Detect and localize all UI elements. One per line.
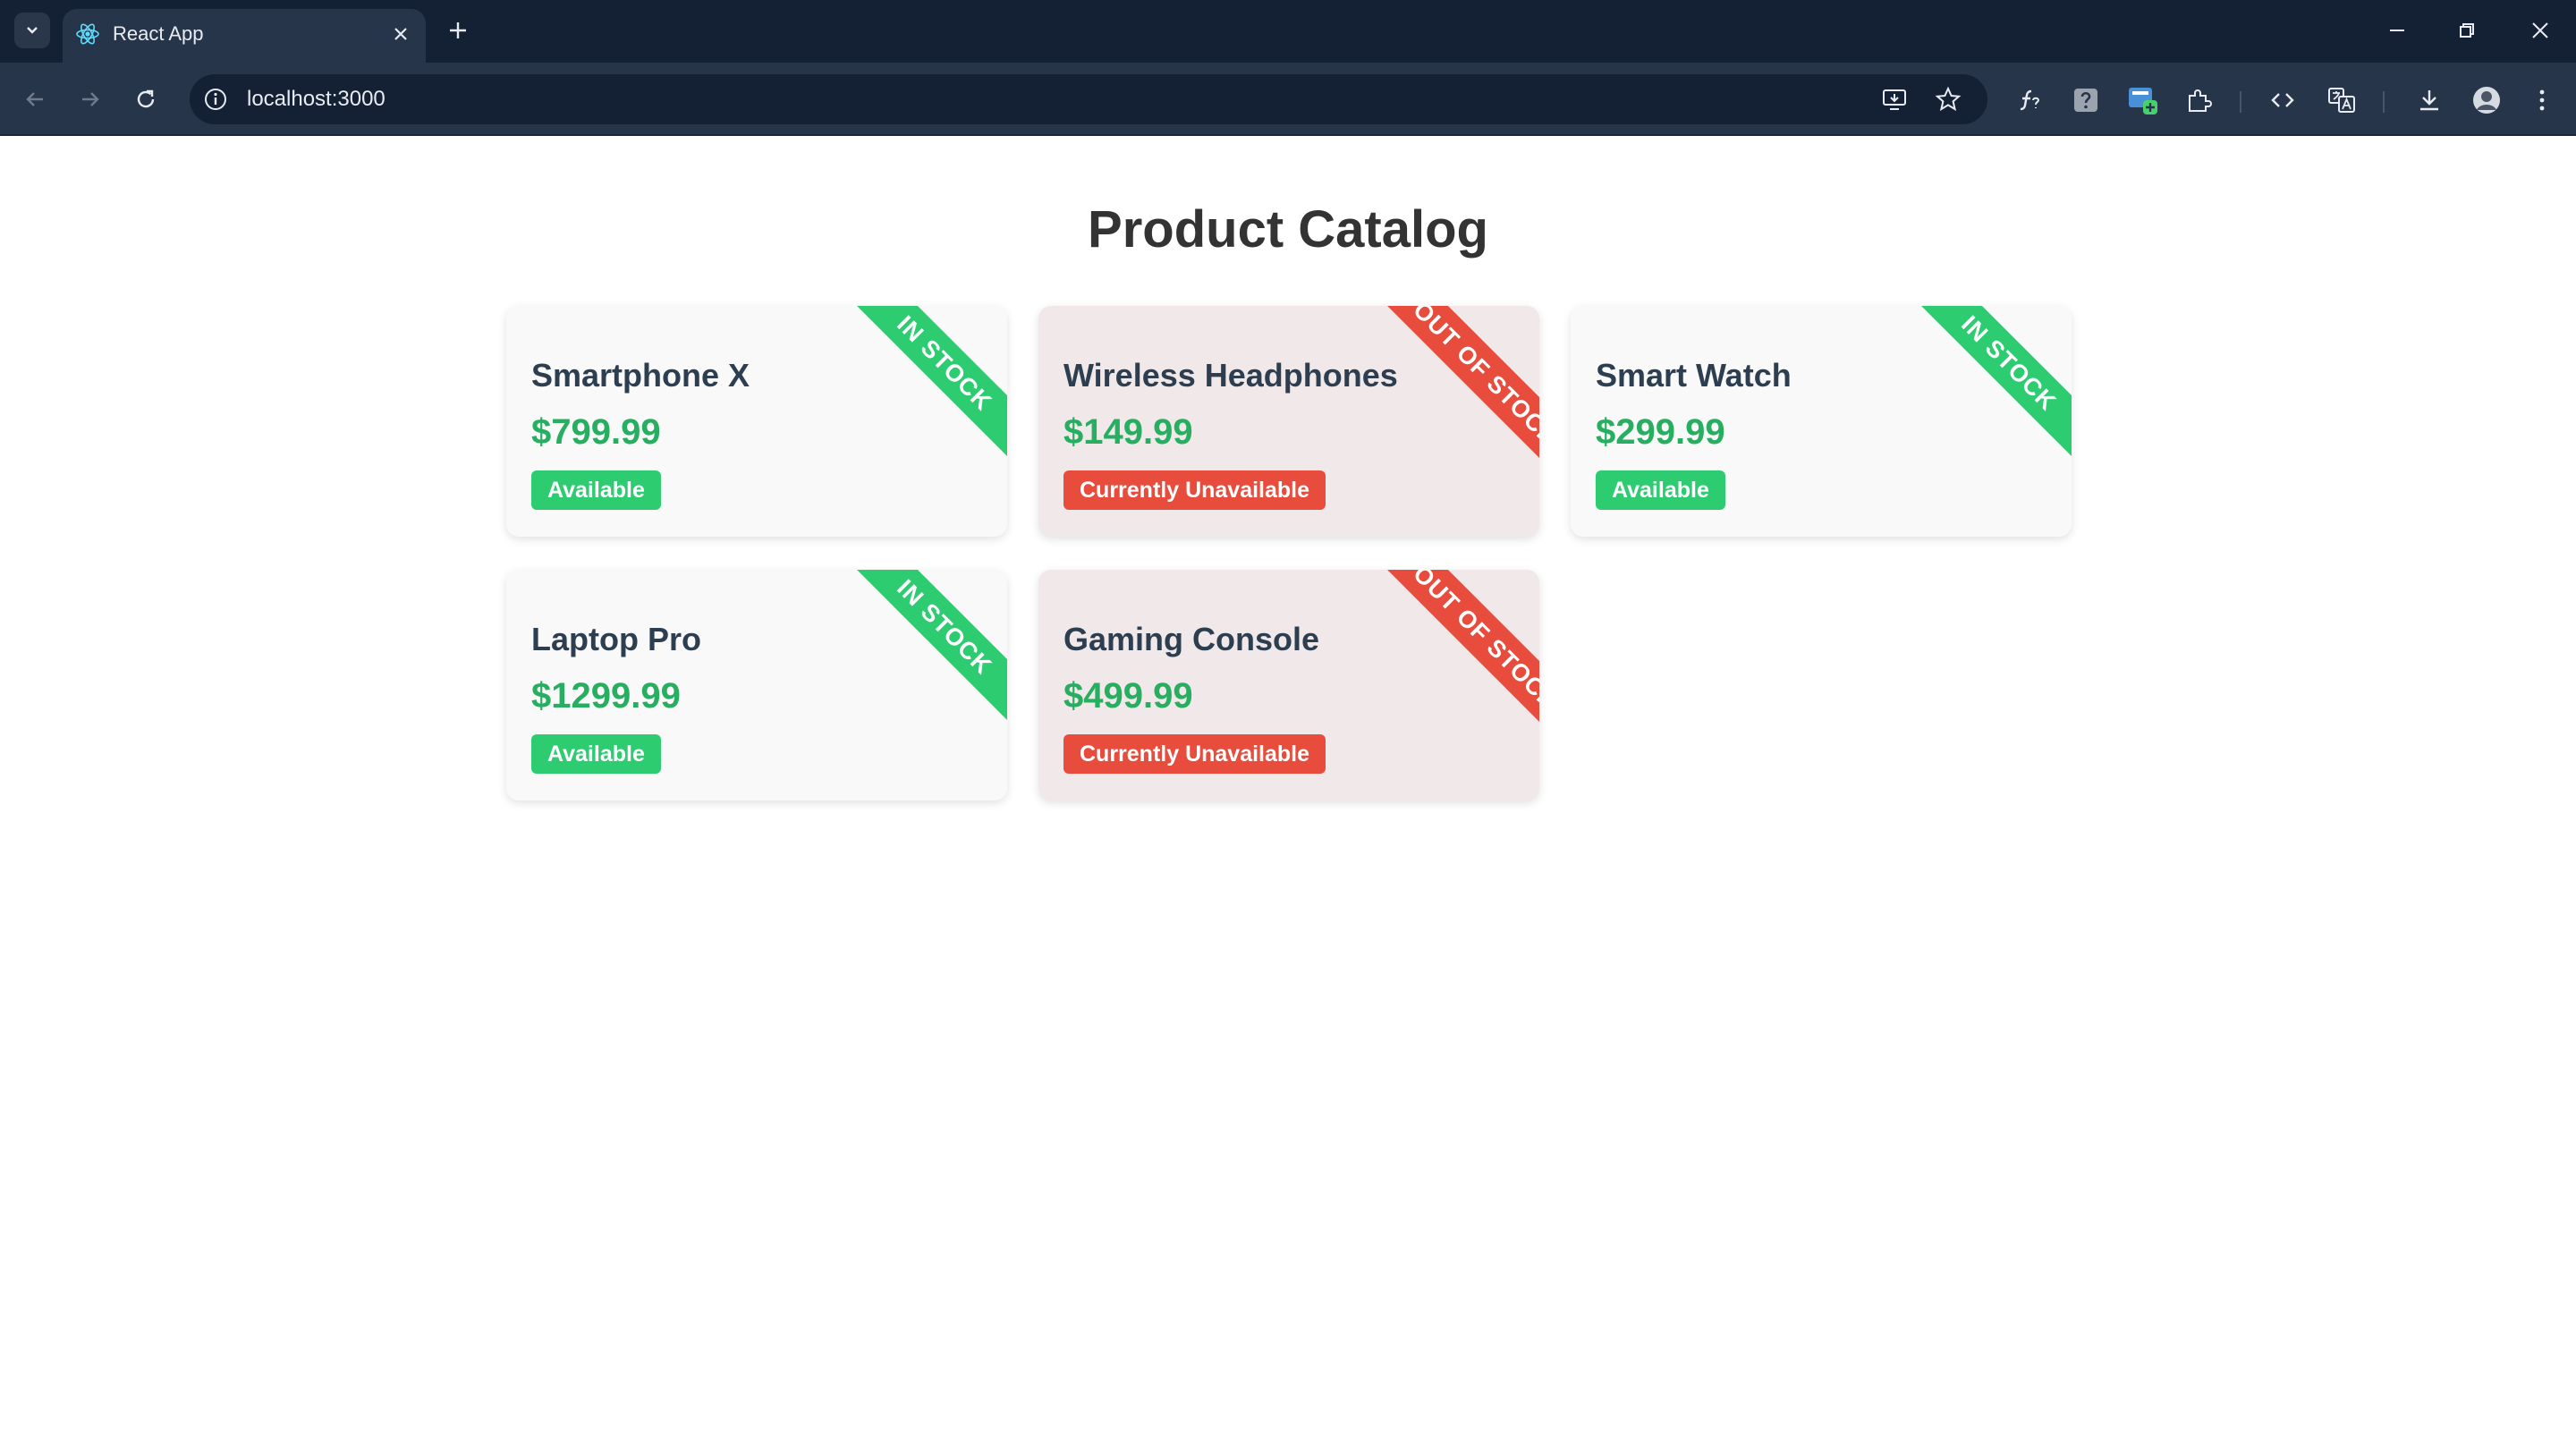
site-info-icon[interactable] [202, 86, 229, 113]
arrow-left-icon [26, 92, 43, 106]
product-price: $299.99 [1596, 412, 1725, 452]
product-price: $1299.99 [531, 676, 681, 716]
availability-badge: Currently Unavailable [1063, 470, 1326, 510]
help-icon [2074, 89, 2097, 112]
translate-button[interactable] [2324, 82, 2360, 118]
browser-tab[interactable]: React App [63, 9, 426, 63]
stock-ribbon: IN STOCK [834, 306, 1007, 474]
close-icon [2532, 22, 2548, 38]
availability-badge: Available [531, 470, 661, 510]
page-title: Product Catalog [1088, 200, 1488, 258]
availability-badge: Available [531, 734, 661, 774]
back-button[interactable] [16, 80, 54, 118]
product-name: Gaming Console [1063, 621, 1320, 657]
translate-icon [2328, 88, 2355, 113]
toolbar-divider [2240, 91, 2241, 113]
browser-tabstrip: React App [0, 0, 2576, 63]
product-card: OUT OF STOCK Wireless Headphones $149.99… [1038, 306, 1539, 537]
browser-toolbar: localhost:3000 [0, 63, 2576, 136]
forward-button[interactable] [72, 80, 109, 118]
more-vertical-icon [2539, 89, 2545, 111]
function-icon [2020, 89, 2040, 111]
downloads-button[interactable] [2411, 82, 2447, 118]
stock-ribbon: OUT OF STOCK [1375, 570, 1539, 749]
product-name: Smart Watch [1596, 357, 1792, 394]
install-app-button[interactable] [1880, 85, 1909, 114]
react-logo-icon [76, 23, 99, 45]
browser-menu-button[interactable] [2524, 82, 2560, 118]
tab-close-button[interactable] [388, 21, 413, 47]
extension-function-button[interactable] [2011, 82, 2046, 118]
arrow-right-icon [82, 92, 99, 106]
restore-button[interactable] [2445, 13, 2488, 48]
product-name: Wireless Headphones [1063, 357, 1398, 394]
availability-badge: Currently Unavailable [1063, 734, 1326, 774]
close-window-button[interactable] [2519, 13, 2562, 48]
product-card: OUT OF STOCK Gaming Console $499.99 Curr… [1038, 570, 1539, 801]
product-card: IN STOCK Smartphone X $799.99 Available [506, 306, 1007, 537]
product-price: $799.99 [531, 412, 661, 452]
close-icon [394, 28, 407, 40]
code-icon [2271, 93, 2294, 107]
star-icon [1935, 86, 1962, 112]
extensions-menu-button[interactable] [2181, 82, 2216, 118]
restore-icon [2460, 23, 2474, 38]
product-card: IN STOCK Smart Watch $299.99 Available [1571, 306, 2072, 537]
address-url: localhost:3000 [247, 87, 386, 111]
bookmark-button[interactable] [1934, 85, 1962, 114]
minimize-icon [2390, 30, 2404, 31]
view-source-button[interactable] [2265, 82, 2301, 118]
puzzle-icon [2189, 89, 2212, 112]
minimize-button[interactable] [2376, 13, 2419, 48]
stock-ribbon: OUT OF STOCK [1375, 306, 1539, 485]
tab-search-button[interactable] [14, 13, 50, 48]
availability-badge: Available [1596, 470, 1725, 510]
product-price: $149.99 [1063, 412, 1193, 452]
toolbar-divider [2383, 91, 2385, 113]
download-icon [2420, 90, 2438, 111]
profile-button[interactable] [2469, 82, 2504, 118]
reload-icon [137, 89, 155, 108]
install-icon [1883, 89, 1906, 110]
new-tab-button[interactable] [442, 14, 474, 47]
extension-badge-icon [2129, 88, 2157, 114]
product-card: IN STOCK Laptop Pro $1299.99 Available [506, 570, 1007, 801]
extension-devtools-button[interactable] [2125, 82, 2161, 118]
product-price: $499.99 [1063, 676, 1193, 716]
chevron-down-icon [27, 27, 38, 34]
reload-button[interactable] [127, 80, 165, 118]
address-bar[interactable]: localhost:3000 [190, 74, 1987, 124]
extension-help-button[interactable] [2068, 82, 2104, 118]
product-name: Smartphone X [531, 357, 750, 394]
stock-ribbon: IN STOCK [834, 570, 1007, 738]
plus-icon [450, 22, 466, 38]
tab-title: React App [113, 22, 204, 45]
stock-ribbon: IN STOCK [1898, 306, 2072, 474]
product-name: Laptop Pro [531, 621, 701, 657]
avatar-icon [2473, 87, 2500, 114]
